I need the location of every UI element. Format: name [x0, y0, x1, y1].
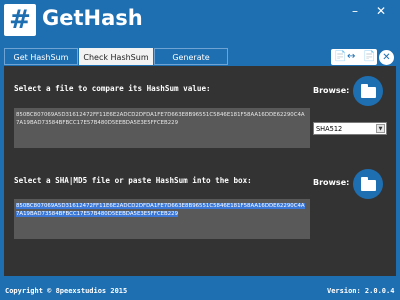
tab-check-hashsum[interactable]: Check HashSum: [79, 48, 153, 65]
algorithm-selected-value: SHA512: [316, 125, 343, 133]
folder-icon: [361, 87, 376, 98]
close-panel-button[interactable]: ✕: [379, 50, 394, 65]
app-logo-icon: #: [4, 4, 36, 36]
algorithm-select[interactable]: SHA512 ▼: [313, 122, 387, 135]
swap-arrows-icon: ↔: [347, 51, 356, 62]
tab-generate-hashsum[interactable]: Generate HashSum: [154, 48, 228, 79]
browse-label: Browse:: [313, 86, 350, 95]
browse-hash-file-button[interactable]: [353, 169, 383, 199]
browse-file-button[interactable]: [353, 76, 383, 106]
compare-select-label: Select a SHA|MD5 file or paste HashSum i…: [14, 176, 252, 185]
version-text: Version: 2.0.0.4: [327, 287, 395, 295]
computed-hash-box[interactable]: 850BC807069A5D31612472FF11E6E2ADCD2DFDA1…: [14, 108, 310, 148]
copyright-text: Copyright © 8peexstudios 2015: [5, 287, 128, 295]
file-compare-toolbar[interactable]: 📄 ↔ 📄: [331, 49, 377, 65]
tab-get-hashsum[interactable]: Get HashSum: [4, 48, 78, 65]
file-select-label: Select a file to compare its HashSum val…: [14, 84, 211, 93]
close-window-button[interactable]: ✕: [370, 4, 392, 18]
selected-hash-text: 850BC807069A5D31612472FF11E6E2ADCD2DFDA1…: [16, 203, 305, 217]
compare-hash-input[interactable]: 850BC807069A5D31612472FF11E6E2ADCD2DFDA1…: [14, 199, 310, 239]
app-title: GetHash: [42, 6, 143, 30]
minimize-button[interactable]: –: [344, 4, 366, 18]
browse-label: Browse:: [313, 178, 350, 187]
file-icon: 📄: [363, 51, 376, 62]
main-panel: [4, 66, 396, 276]
file-icon: 📄: [334, 51, 347, 62]
chevron-down-icon[interactable]: ▼: [376, 124, 385, 133]
folder-icon: [361, 180, 376, 191]
